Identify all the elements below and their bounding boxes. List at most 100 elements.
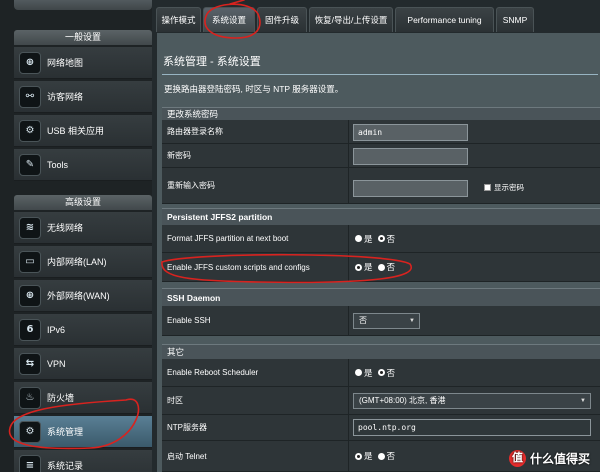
show-password-label: 显示密码 (494, 183, 524, 192)
radio-button[interactable] (355, 235, 362, 242)
radio-label: 是 (364, 451, 373, 461)
sidebar-item-label: 系统记录 (47, 461, 84, 471)
confirm-password-label: 重新输入密码 (167, 181, 215, 190)
new-password-label: 新密码 (167, 151, 191, 160)
sidebar-item-label: 防火墙 (47, 393, 75, 403)
wrench-icon: ✎ (19, 153, 41, 176)
row-timezone: 时区 (GMT+08:00) 北京, 香港 ▼ (162, 387, 600, 415)
guest-network-icon: ⚯ (19, 85, 41, 108)
sidebar-item-wireless[interactable]: ≋ 无线网络 (14, 212, 152, 244)
timezone-label: 时区 (167, 396, 183, 405)
radio-button[interactable] (377, 263, 385, 271)
sidebar-item-label: 网络地图 (47, 58, 84, 68)
enable-ssh-label: Enable SSH (167, 316, 211, 325)
row-jffs-custom-scripts: Enable JFFS custom scripts and configs 是… (162, 253, 600, 282)
radio-label: 是 (364, 233, 373, 244)
telnet-radio-group: 是 否 (355, 441, 400, 471)
row-confirm-password: 重新输入密码 显示密码 (162, 168, 600, 204)
tab-performance-tuning[interactable]: Performance tuning (395, 7, 494, 32)
confirm-password-input[interactable] (353, 180, 468, 197)
ntp-server-label: NTP服务器 (167, 423, 207, 432)
telnet-no-option[interactable]: 否 (377, 450, 396, 462)
tab-restore-save-upload[interactable]: 恢复/导出/上传设置 (309, 7, 393, 32)
login-name-input[interactable]: admin (353, 124, 468, 141)
radio-button[interactable] (355, 452, 362, 460)
format-jffs-no-option[interactable]: 否 (377, 233, 395, 245)
page-description: 更换路由器登陆密码, 时区与 NTP 服务器设置。 (164, 84, 344, 94)
general-settings-section: 一般设置 (14, 30, 152, 45)
sidebar-item-network-map[interactable]: ⊕ 网络地图 (14, 47, 152, 79)
radio-label: 否 (386, 262, 396, 272)
jffs-custom-scripts-yes-option[interactable]: 是 (355, 261, 373, 273)
radio-label: 是 (364, 367, 373, 378)
section-header-password: 更改系统密码 (162, 107, 600, 120)
advanced-settings-section: 高级设置 (14, 195, 152, 210)
reboot-scheduler-radio-group: 是 否 (355, 359, 400, 386)
show-password-toggle[interactable]: 显示密码 (484, 182, 524, 193)
sidebar-item-label: 系统管理 (47, 427, 84, 437)
sidebar-item-label: 内部网络(LAN) (47, 257, 107, 267)
reboot-scheduler-label: Enable Reboot Scheduler (167, 368, 259, 377)
usb-apps-icon: ⚙ (19, 119, 41, 142)
show-password-checkbox[interactable] (484, 184, 491, 191)
radio-button[interactable] (355, 263, 362, 271)
jffs-custom-scripts-no-option[interactable]: 否 (377, 261, 396, 273)
chevron-down-icon: ▼ (409, 318, 415, 324)
sidebar-item-wan[interactable]: ⊕ 外部网络(WAN) (14, 280, 152, 312)
tab-bar: 操作模式 系统设置 固件升级 恢复/导出/上传设置 Performance tu… (152, 0, 600, 36)
wireless-icon: ≋ (19, 216, 41, 239)
sidebar-item-usb-apps[interactable]: ⚙ USB 相关应用 (14, 115, 152, 147)
sidebar-item-vpn[interactable]: ⇆ VPN (14, 348, 152, 380)
login-name-label: 路由器登录名称 (167, 127, 223, 136)
sidebar-item-label: Tools (47, 159, 69, 170)
row-new-password: 新密码 (162, 144, 600, 168)
timezone-select[interactable]: (GMT+08:00) 北京, 香港 ▼ (353, 393, 591, 409)
sidebar-item-firewall[interactable]: ♨ 防火墙 (14, 382, 152, 414)
reboot-scheduler-yes-option[interactable]: 是 (355, 367, 373, 379)
radio-button[interactable] (377, 235, 385, 242)
sidebar-item-label: IPv6 (47, 324, 66, 335)
general-settings-header: 一般设置 (14, 30, 152, 45)
section-header-jffs: Persistent JFFS2 partition (162, 208, 600, 225)
radio-button[interactable] (355, 369, 362, 376)
sidebar-item-system-log[interactable]: ≡ 系统记录 (14, 450, 152, 472)
lan-icon: ▭ (19, 250, 41, 273)
tab-snmp[interactable]: SNMP (496, 7, 534, 32)
tab-system[interactable]: 系统设置 (203, 7, 255, 32)
chevron-down-icon: ▼ (580, 398, 586, 404)
new-password-input[interactable] (353, 148, 468, 165)
row-enable-ssh: Enable SSH 否 ▼ (162, 306, 600, 336)
section-header-misc: 其它 (162, 344, 600, 359)
telnet-yes-option[interactable]: 是 (355, 450, 373, 462)
format-jffs-label: Format JFFS partition at next boot (167, 234, 289, 243)
radio-button[interactable] (377, 452, 385, 460)
sidebar-item-guest-network[interactable]: ⚯ 访客网络 (14, 81, 152, 113)
sidebar-item-label: 访客网络 (47, 92, 84, 102)
row-login-name: 路由器登录名称 admin (162, 120, 600, 144)
row-reboot-scheduler: Enable Reboot Scheduler 是 否 (162, 359, 600, 387)
sidebar-item-administration[interactable]: ⚙ 系统管理 (14, 416, 152, 448)
radio-label: 否 (386, 367, 396, 378)
ntp-server-input[interactable]: pool.ntp.org (353, 419, 591, 436)
tab-operation-mode[interactable]: 操作模式 (156, 7, 201, 32)
jffs-custom-scripts-radio-group: 是 否 (355, 253, 400, 281)
sidebar-item-tools[interactable]: ✎ Tools (14, 149, 152, 181)
row-ntp-server: NTP服务器 pool.ntp.org (162, 415, 600, 441)
reboot-scheduler-no-option[interactable]: 否 (377, 367, 396, 379)
administration-icon: ⚙ (19, 420, 41, 443)
enable-ssh-select[interactable]: 否 ▼ (353, 313, 420, 329)
format-jffs-yes-option[interactable]: 是 (355, 233, 373, 245)
tab-firmware-upgrade[interactable]: 固件升级 (257, 7, 307, 32)
radio-button[interactable] (377, 369, 385, 376)
sidebar-top-edge (14, 0, 152, 10)
section-header-ssh: SSH Daemon (162, 288, 600, 306)
sidebar-item-lan[interactable]: ▭ 内部网络(LAN) (14, 246, 152, 278)
format-jffs-radio-group: 是 否 (355, 225, 400, 252)
wan-globe-icon: ⊕ (19, 284, 41, 307)
enable-ssh-value: 否 (359, 316, 367, 325)
sidebar-item-ipv6[interactable]: 6 IPv6 (14, 314, 152, 346)
main-panel: 系统管理 - 系统设置 更换路由器登陆密码, 时区与 NTP 服务器设置。 更改… (157, 33, 600, 472)
vpn-icon: ⇆ (19, 352, 41, 375)
radio-label: 否 (386, 451, 396, 461)
jffs-custom-scripts-label: Enable JFFS custom scripts and configs (167, 262, 310, 272)
